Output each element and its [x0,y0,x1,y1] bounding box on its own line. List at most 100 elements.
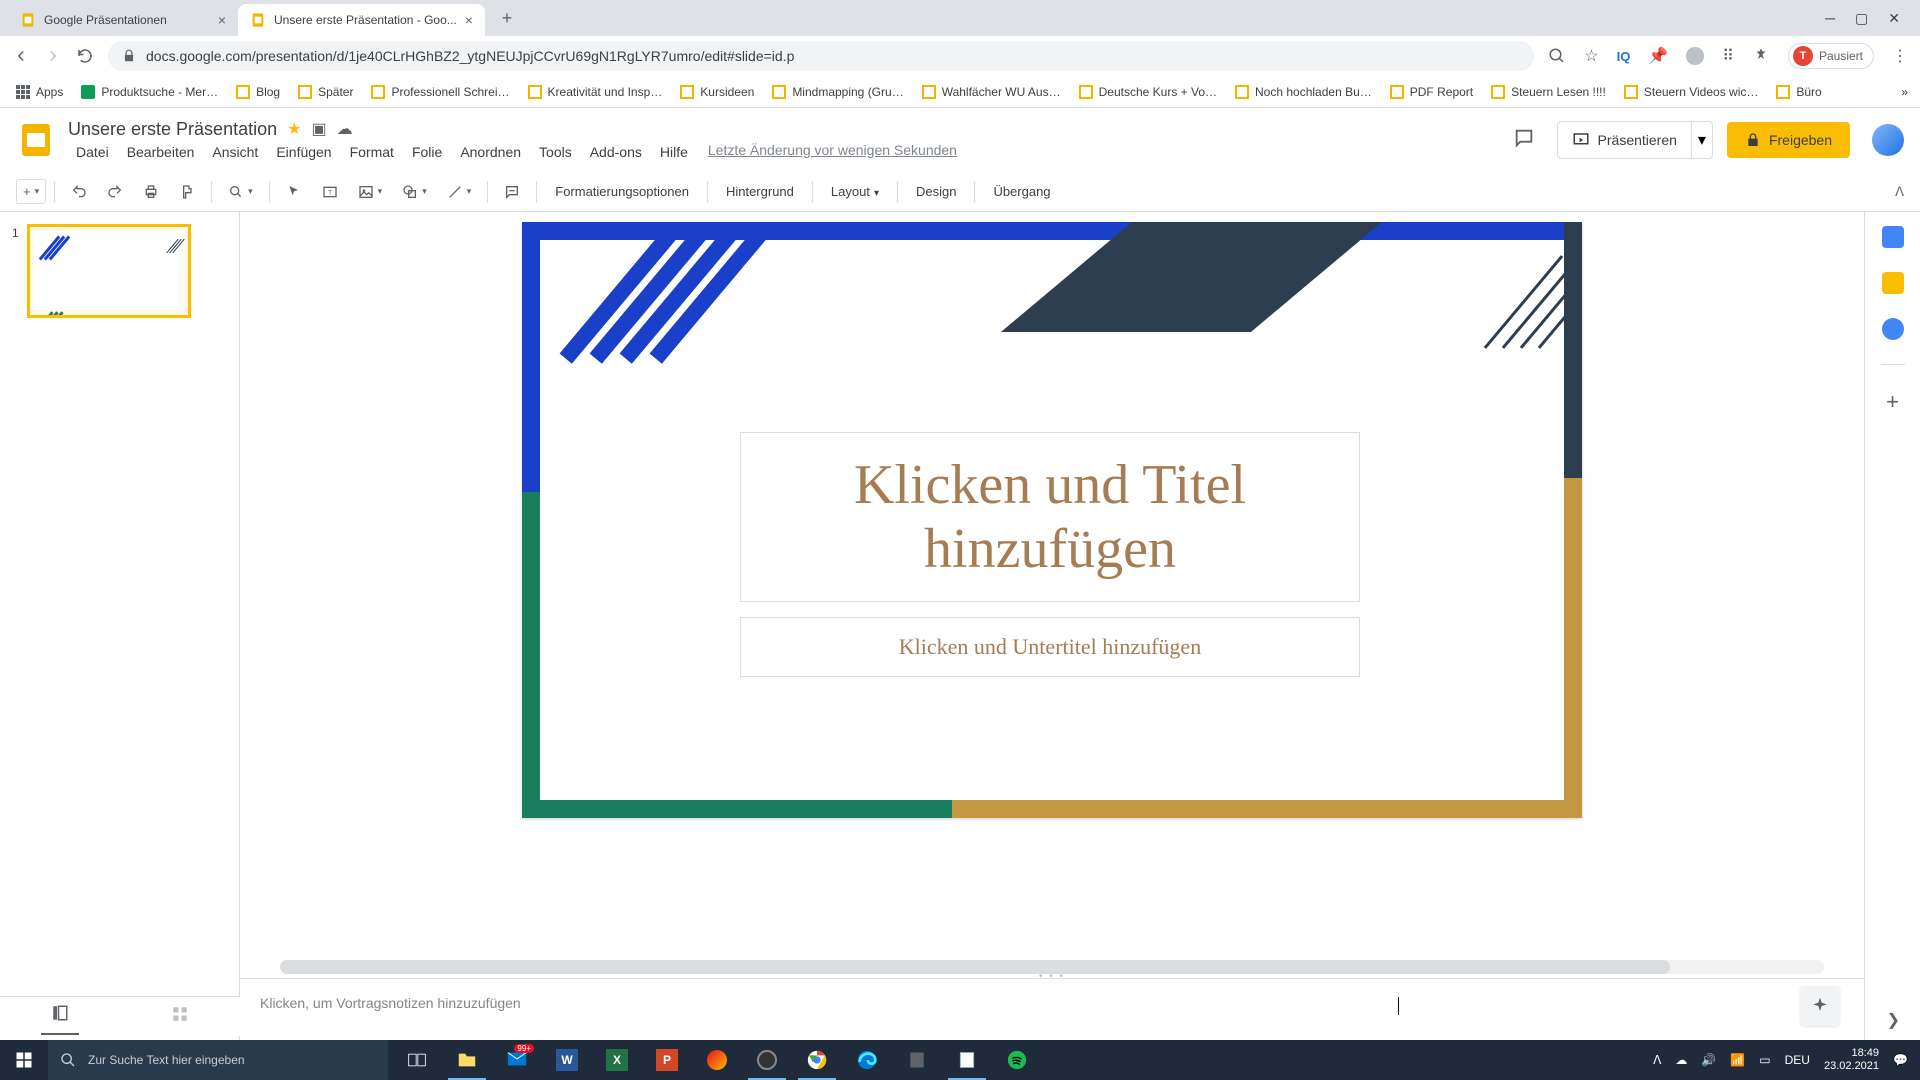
maximize-icon[interactable]: ▢ [1855,10,1868,27]
url-bar[interactable]: docs.google.com/presentation/d/1je40CLrH… [108,41,1534,71]
language-indicator[interactable]: DEU [1785,1053,1810,1067]
bookmark-item[interactable]: Wahlfächer WU Aus… [918,81,1065,103]
task-view-icon[interactable] [394,1040,440,1080]
notepad-icon[interactable] [944,1040,990,1080]
bookmark-item[interactable]: Steuern Lesen !!!! [1487,81,1610,103]
slide-thumbnail[interactable] [27,224,191,318]
background-button[interactable]: Hintergrund [716,178,804,205]
line-tool[interactable]: ▾ [439,178,480,206]
star-icon[interactable]: ★ [287,119,301,139]
slide-canvas[interactable]: Klicken und Titel hinzufügen Klicken und… [522,222,1582,818]
account-avatar[interactable] [1872,124,1904,156]
notifications-icon[interactable]: 💬 [1893,1053,1908,1067]
redo-button[interactable] [99,178,131,206]
layout-button[interactable]: Layout [821,178,889,205]
start-button[interactable] [0,1040,48,1080]
minimize-icon[interactable]: ─ [1825,10,1835,27]
menu-insert[interactable]: Einfügen [268,142,339,162]
onedrive-icon[interactable]: ☁ [1675,1053,1687,1067]
comment-tool[interactable] [496,178,528,206]
paint-format-button[interactable] [171,178,203,206]
menu-file[interactable]: Datei [68,142,117,162]
extensions-icon[interactable] [1752,47,1770,65]
menu-format[interactable]: Format [342,142,402,162]
bookmarks-overflow-icon[interactable]: » [1901,85,1908,99]
new-slide-button[interactable]: + ▾ [16,179,46,204]
new-tab-button[interactable]: + [493,4,521,32]
cloud-status-icon[interactable]: ☁ [337,119,353,139]
collapse-toolbar-icon[interactable]: ᐱ [1895,184,1904,200]
speaker-notes[interactable]: • • • Klicken, um Vortragsnotizen hinzuz… [240,978,1864,1040]
bookmark-item[interactable]: Später [294,81,357,103]
last-edit-info[interactable]: Letzte Änderung vor wenigen Sekunden [708,142,957,162]
bookmark-item[interactable]: Kursideen [676,81,758,103]
star-icon[interactable]: ☆ [1584,46,1598,66]
shape-tool[interactable]: ▾ [394,178,435,206]
extension-iq-icon[interactable]: IQ [1617,49,1631,64]
chrome-icon[interactable] [794,1040,840,1080]
excel-icon[interactable]: X [594,1040,640,1080]
menu-tools[interactable]: Tools [531,142,580,162]
zoom-icon[interactable] [1548,47,1566,65]
powerpoint-icon[interactable]: P [644,1040,690,1080]
title-placeholder[interactable]: Klicken und Titel hinzufügen [740,432,1360,602]
reader-icon[interactable] [894,1040,940,1080]
extension-circle-icon[interactable] [1686,47,1704,65]
keep-addon-icon[interactable] [1882,272,1904,294]
undo-button[interactable] [63,178,95,206]
notes-resize-handle[interactable]: • • • [1039,971,1065,982]
close-window-icon[interactable]: ✕ [1888,10,1900,27]
add-addon-button[interactable]: + [1886,389,1899,415]
file-explorer-icon[interactable] [444,1040,490,1080]
share-button[interactable]: Freigeben [1727,122,1850,158]
bookmark-item[interactable]: Büro [1772,81,1825,103]
browser-tab-active[interactable]: Unsere erste Präsentation - Goo... × [238,4,485,36]
format-options-button[interactable]: Formatierungsoptionen [545,178,699,205]
taskbar-search[interactable]: Zur Suche Text hier eingeben [48,1040,388,1080]
bookmark-item[interactable]: Kreativität und Insp… [524,81,667,103]
spotify-icon[interactable] [994,1040,1040,1080]
chrome-menu-icon[interactable]: ⋮ [1892,46,1908,66]
generic-app-icon[interactable] [694,1040,740,1080]
menu-view[interactable]: Ansicht [204,142,266,162]
slides-logo-icon[interactable] [16,120,56,160]
menu-arrange[interactable]: Anordnen [452,142,529,162]
close-icon[interactable]: × [465,12,473,28]
edge-icon[interactable] [844,1040,890,1080]
extension-pin-icon[interactable]: 📌 [1648,46,1668,66]
comments-button[interactable] [1505,119,1543,162]
browser-tab[interactable]: Google Präsentationen × [8,4,238,36]
volume-icon[interactable]: 🔊 [1701,1053,1716,1067]
image-tool[interactable]: ▾ [350,178,391,206]
show-side-panel-icon[interactable]: ❯ [1887,1010,1900,1030]
wifi-icon[interactable]: 📶 [1730,1053,1745,1067]
apps-button[interactable]: Apps [12,81,67,103]
subtitle-placeholder[interactable]: Klicken und Untertitel hinzufügen [740,617,1360,677]
filmstrip-view-button[interactable] [41,998,79,1035]
bookmark-item[interactable]: PDF Report [1386,81,1477,103]
bookmark-item[interactable]: Noch hochladen Bu… [1231,81,1376,103]
bookmark-item[interactable]: Blog [232,81,284,103]
menu-slide[interactable]: Folie [404,142,450,162]
move-icon[interactable]: ▣ [311,119,326,139]
select-tool[interactable] [278,178,310,206]
bookmark-item[interactable]: Produktsuche - Mer… [77,81,222,103]
explore-button[interactable] [1800,986,1840,1026]
close-icon[interactable]: × [218,12,226,28]
extension-grid-icon[interactable]: ⠿ [1722,46,1734,66]
bookmark-item[interactable]: Mindmapping (Gru… [768,81,907,103]
design-button[interactable]: Design [906,178,966,205]
back-button[interactable] [12,47,30,65]
menu-help[interactable]: Hilfe [652,142,696,162]
tray-chevron-icon[interactable]: ᐱ [1653,1053,1661,1067]
bookmark-item[interactable]: Professionell Schrei… [367,81,513,103]
clock[interactable]: 18:49 23.02.2021 [1824,1047,1879,1073]
grid-view-button[interactable] [161,999,199,1034]
tasks-addon-icon[interactable] [1882,318,1904,340]
forward-button[interactable] [44,47,62,65]
battery-icon[interactable]: ▭ [1759,1053,1770,1067]
menu-addons[interactable]: Add-ons [582,142,650,162]
transition-button[interactable]: Übergang [983,178,1060,205]
print-button[interactable] [135,178,167,206]
reload-button[interactable] [76,47,94,65]
